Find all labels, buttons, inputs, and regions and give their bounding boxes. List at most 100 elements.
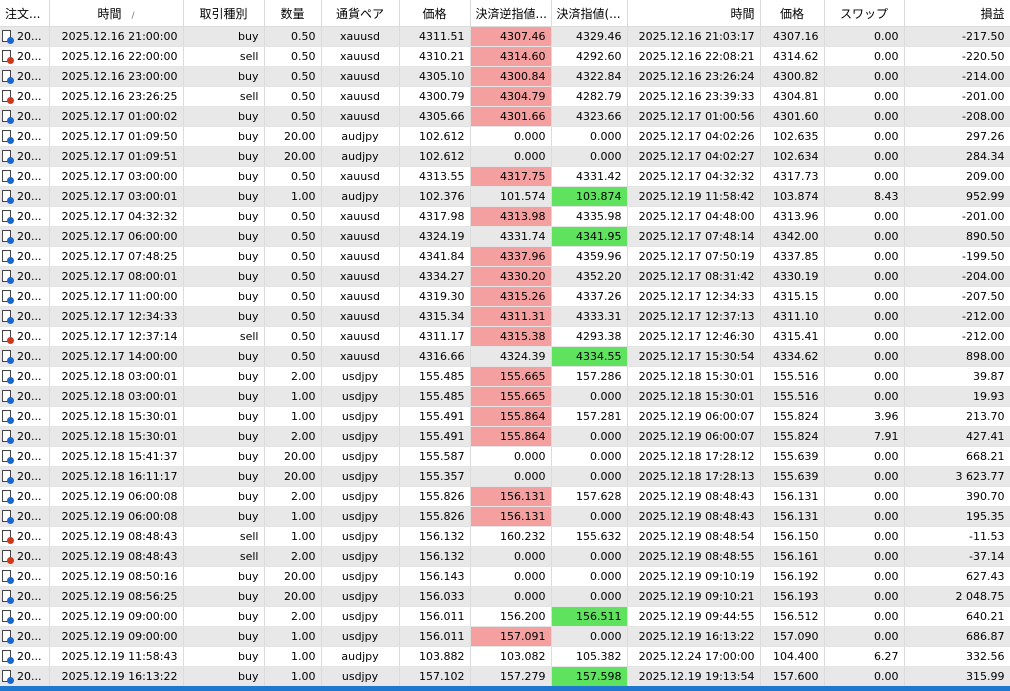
col-header-swap[interactable]: スワップ (824, 0, 905, 27)
buy-order-icon (2, 210, 14, 225)
profit-cell: -207.50 (904, 286, 1010, 307)
close-time-cell: 2025.12.16 23:39:33 (627, 86, 761, 107)
close-time-cell: 2025.12.19 08:48:43 (627, 486, 761, 507)
close-price-cell: 155.516 (760, 366, 825, 387)
table-row[interactable]: 20... 2025.12.17 03:00:01 buy 1.00 audjpy 102… (0, 186, 1010, 207)
buy-order-icon (2, 270, 14, 285)
order-id: 20... (17, 289, 42, 303)
col-header-take-profit[interactable]: 決済指値(... (551, 0, 628, 27)
take-profit-cell: 155.632 (551, 526, 628, 547)
swap-cell: 6.27 (824, 646, 905, 667)
table-row[interactable]: 20... 2025.12.17 04:32:32 buy 0.50 xauusd 431… (0, 206, 1010, 227)
open-time-cell: 2025.12.18 15:30:01 (49, 426, 184, 447)
volume-cell: 1.00 (264, 626, 322, 647)
table-row[interactable]: 20... 2025.12.19 09:00:00 buy 2.00 usdjpy 156… (0, 606, 1010, 627)
order-id: 20... (17, 509, 42, 523)
col-header-price[interactable]: 価格 (399, 0, 471, 27)
table-row[interactable]: 20... 2025.12.19 08:50:16 buy 20.00 usdjpy 15… (0, 566, 1010, 587)
table-row[interactable]: 20... 2025.12.16 22:00:00 sell 0.50 xauusd 43… (0, 46, 1010, 67)
table-row[interactable]: 20... 2025.12.18 03:00:01 buy 1.00 usdjpy 155… (0, 386, 1010, 407)
col-header-type[interactable]: 取引種別 (183, 0, 265, 27)
swap-cell: 0.00 (824, 386, 905, 407)
col-header-close-price[interactable]: 価格 (760, 0, 825, 27)
swap-cell: 0.00 (824, 306, 905, 327)
table-row[interactable]: 20... 2025.12.17 01:00:02 buy 0.50 xauusd 430… (0, 106, 1010, 127)
symbol-cell: usdjpy (321, 406, 400, 427)
trade-history-table: 注文... 時間 / 取引種別 数量 通貨ペア 価格 決済逆指値... 決済指値(… (0, 0, 1010, 687)
table-row[interactable]: 20... 2025.12.17 06:00:00 buy 0.50 xauusd 432… (0, 226, 1010, 247)
table-row[interactable]: 20... 2025.12.17 07:48:25 buy 0.50 xauusd 434… (0, 246, 1010, 267)
table-row[interactable]: 20... 2025.12.18 15:41:37 buy 20.00 usdjpy 15… (0, 446, 1010, 467)
close-time-cell: 2025.12.19 09:44:55 (627, 606, 761, 627)
profit-cell: 213.70 (904, 406, 1010, 427)
open-price-cell: 4305.10 (399, 66, 471, 87)
col-header-symbol[interactable]: 通貨ペア (321, 0, 400, 27)
table-row[interactable]: 20... 2025.12.17 12:34:33 buy 0.50 xauusd 431… (0, 306, 1010, 327)
take-profit-cell: 105.382 (551, 646, 628, 667)
table-row[interactable]: 20... 2025.12.18 15:30:01 buy 2.00 usdjpy 155… (0, 426, 1010, 447)
table-row[interactable]: 20... 2025.12.17 08:00:01 buy 0.50 xauusd 433… (0, 266, 1010, 287)
take-profit-cell: 157.281 (551, 406, 628, 427)
table-row[interactable]: 20... 2025.12.16 21:00:00 buy 0.50 xauusd 431… (0, 26, 1010, 47)
stop-loss-cell: 157.091 (470, 626, 552, 647)
table-row[interactable]: 20... 2025.12.17 01:09:50 buy 20.00 audjpy 10… (0, 126, 1010, 147)
table-row[interactable]: 20... 2025.12.19 08:48:43 sell 1.00 usdjpy 15… (0, 526, 1010, 547)
volume-cell: 1.00 (264, 406, 322, 427)
col-header-stop-loss[interactable]: 決済逆指値... (470, 0, 552, 27)
col-header-order[interactable]: 注文... (0, 0, 50, 27)
table-row[interactable]: 20... 2025.12.19 06:00:08 buy 2.00 usdjpy 155… (0, 486, 1010, 507)
open-price-cell: 4319.30 (399, 286, 471, 307)
open-time-cell: 2025.12.16 22:00:00 (49, 46, 184, 67)
table-row[interactable]: 20... 2025.12.17 11:00:00 buy 0.50 xauusd 431… (0, 286, 1010, 307)
close-price-cell: 157.090 (760, 626, 825, 647)
buy-order-icon (2, 590, 14, 605)
table-row[interactable]: 20... 2025.12.19 09:00:00 buy 1.00 usdjpy 156… (0, 626, 1010, 647)
profit-cell: 195.35 (904, 506, 1010, 527)
close-price-cell: 155.824 (760, 406, 825, 427)
table-row[interactable]: 20... 2025.12.19 08:56:25 buy 20.00 usdjpy 15… (0, 586, 1010, 607)
buy-order-icon (2, 130, 14, 145)
volume-cell: 2.00 (264, 486, 322, 507)
swap-cell: 0.00 (824, 206, 905, 227)
close-time-cell: 2025.12.17 04:02:26 (627, 126, 761, 147)
open-price-cell: 4315.34 (399, 306, 471, 327)
order-id: 20... (17, 269, 42, 283)
buy-order-icon (2, 150, 14, 165)
table-row[interactable]: 20... 2025.12.18 03:00:01 buy 2.00 usdjpy 155… (0, 366, 1010, 387)
stop-loss-cell: 4314.60 (470, 46, 552, 67)
table-row[interactable]: 20... 2025.12.19 06:00:08 buy 1.00 usdjpy 155… (0, 506, 1010, 527)
table-row[interactable]: 20... 2025.12.16 23:00:00 buy 0.50 xauusd 430… (0, 66, 1010, 87)
table-row[interactable]: 20... 2025.12.16 23:26:25 sell 0.50 xauusd 43… (0, 86, 1010, 107)
table-row[interactable]: 20... 2025.12.17 01:09:51 buy 20.00 audjpy 10… (0, 146, 1010, 167)
type-cell: buy (183, 106, 265, 127)
type-cell: buy (183, 306, 265, 327)
close-time-cell: 2025.12.17 04:48:00 (627, 206, 761, 227)
table-row[interactable]: 20... 2025.12.18 16:11:17 buy 20.00 usdjpy 15… (0, 466, 1010, 487)
swap-cell: 0.00 (824, 446, 905, 467)
order-cell: 20... (0, 66, 50, 87)
take-profit-cell: 0.000 (551, 506, 628, 527)
table-row[interactable]: 20... 2025.12.19 16:13:22 buy 1.00 usdjpy 157… (0, 666, 1010, 687)
col-header-close-time[interactable]: 時間 (627, 0, 761, 27)
buy-order-icon (2, 650, 14, 665)
table-row[interactable]: 20... 2025.12.19 11:58:43 buy 1.00 audjpy 103… (0, 646, 1010, 667)
table-row[interactable]: 20... 2025.12.17 12:37:14 sell 0.50 xauusd 43… (0, 326, 1010, 347)
type-cell: buy (183, 346, 265, 367)
close-price-cell: 4311.10 (760, 306, 825, 327)
take-profit-cell: 0.000 (551, 466, 628, 487)
table-row[interactable]: 20... 2025.12.19 08:48:43 sell 2.00 usdjpy 15… (0, 546, 1010, 567)
col-header-open-time[interactable]: 時間 / (49, 0, 184, 27)
buy-order-icon (2, 490, 14, 505)
selected-row-highlight[interactable] (0, 686, 1010, 691)
table-row[interactable]: 20... 2025.12.17 14:00:00 buy 0.50 xauusd 431… (0, 346, 1010, 367)
table-row[interactable]: 20... 2025.12.18 15:30:01 buy 1.00 usdjpy 155… (0, 406, 1010, 427)
close-time-cell: 2025.12.18 17:28:13 (627, 466, 761, 487)
stop-loss-cell: 4330.20 (470, 266, 552, 287)
col-header-volume[interactable]: 数量 (264, 0, 322, 27)
swap-cell: 7.91 (824, 426, 905, 447)
table-row[interactable]: 20... 2025.12.17 03:00:00 buy 0.50 xauusd 431… (0, 166, 1010, 187)
col-header-profit[interactable]: 損益 (904, 0, 1010, 27)
symbol-cell: xauusd (321, 346, 400, 367)
close-price-cell: 102.635 (760, 126, 825, 147)
open-price-cell: 4316.66 (399, 346, 471, 367)
